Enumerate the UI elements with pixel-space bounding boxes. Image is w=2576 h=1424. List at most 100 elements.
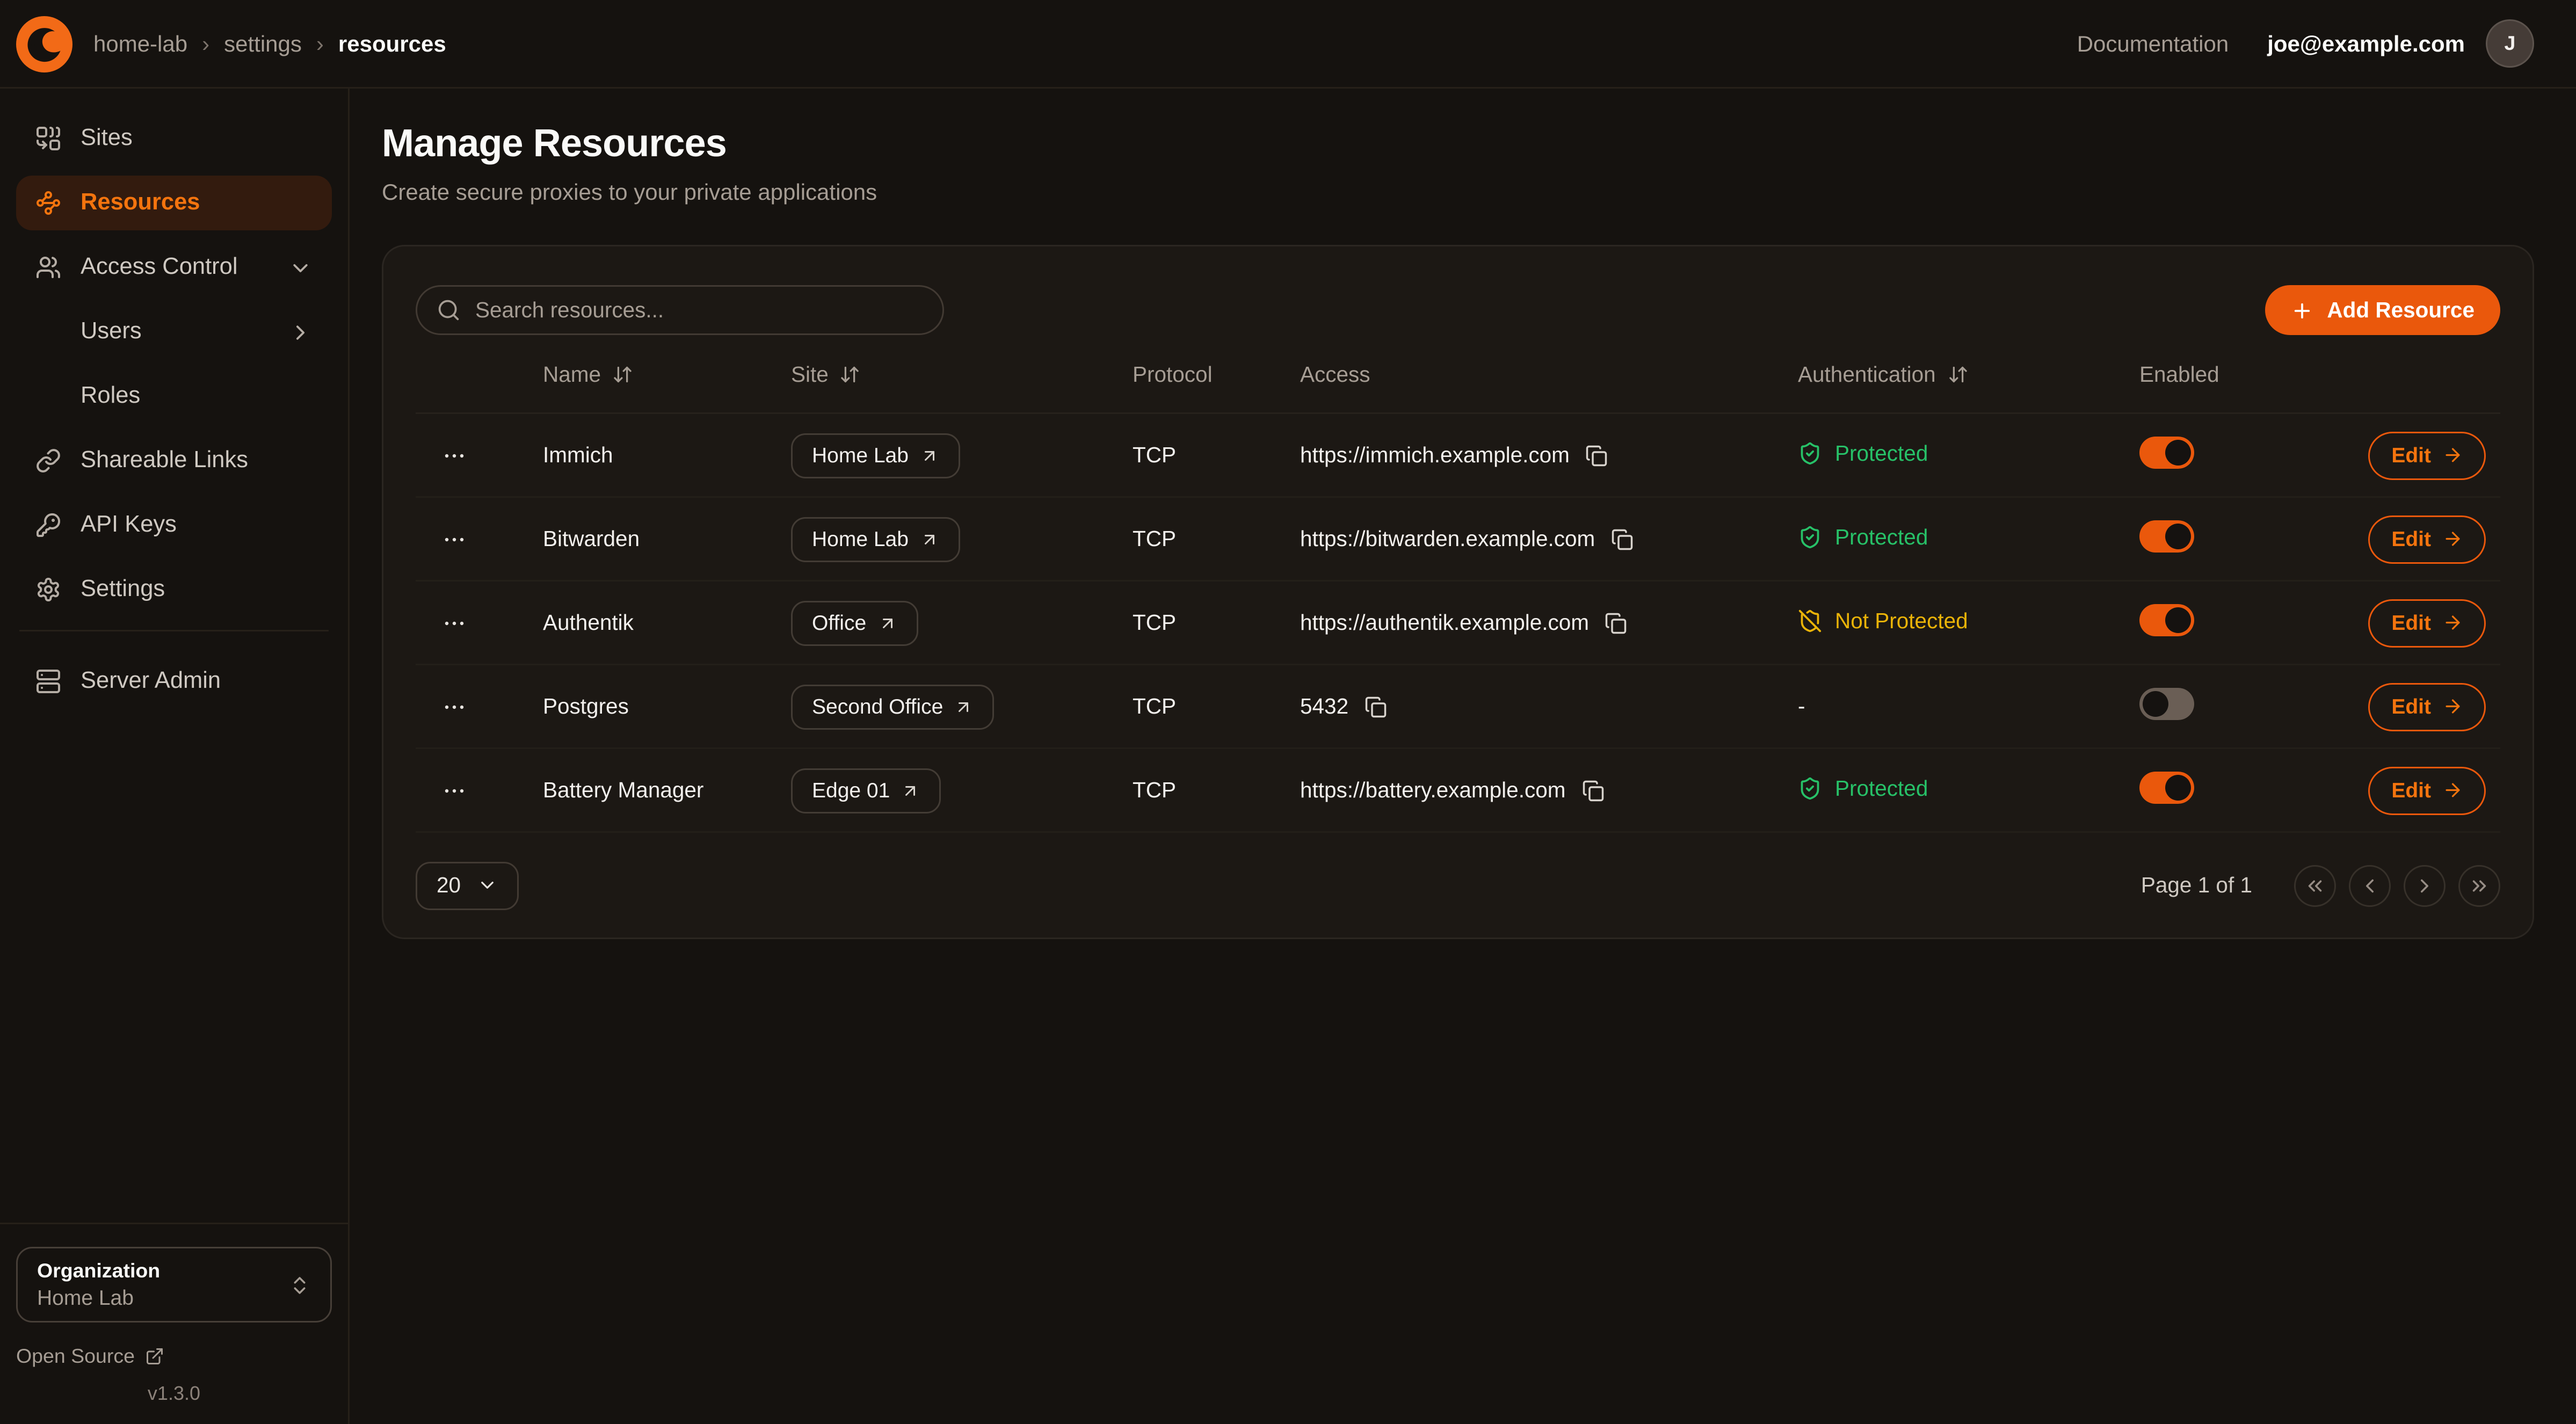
first-page-button[interactable] [2294, 864, 2336, 906]
arrow-up-right-icon [901, 781, 920, 800]
edit-button[interactable]: Edit [2369, 682, 2486, 731]
sidebar-item-resources[interactable]: Resources [16, 176, 332, 230]
shield-check-icon [1798, 441, 1822, 465]
arrow-up-right-icon [920, 529, 939, 549]
enabled-toggle[interactable] [2139, 772, 2194, 804]
shield-off-icon [1798, 608, 1822, 633]
sidebar-item-label: Roles [81, 383, 140, 409]
page-info: Page 1 of 1 [2141, 873, 2252, 897]
enabled-header: Enabled [2128, 362, 2289, 386]
sidebar-item-shareable-links[interactable]: Shareable Links [16, 433, 332, 488]
access-url: https://immich.example.com [1300, 443, 1570, 467]
site-link-button[interactable]: Edge 01 [791, 768, 941, 813]
user-email: joe@example.com [2267, 31, 2465, 56]
enabled-toggle[interactable] [2139, 604, 2194, 636]
copy-icon [1605, 612, 1628, 634]
shield-check-icon [1798, 776, 1822, 800]
sidebar-item-sites[interactable]: Sites [16, 111, 332, 166]
ellipsis-icon [441, 694, 467, 720]
sidebar-item-api-keys[interactable]: API Keys [16, 498, 332, 553]
protocol-value: TCP [1097, 611, 1258, 635]
row-menu-button[interactable] [441, 778, 467, 803]
edit-button[interactable]: Edit [2369, 766, 2486, 815]
sort-name-header[interactable]: Name [493, 362, 791, 386]
resource-name: Bitwarden [493, 527, 791, 551]
arrow-right-icon [2442, 612, 2463, 633]
last-page-button[interactable] [2458, 864, 2500, 906]
breadcrumb-separator-icon: › [316, 31, 324, 56]
row-menu-button[interactable] [441, 442, 467, 468]
sidebar-item-label: Access Control [81, 255, 238, 280]
link-icon [35, 448, 61, 474]
row-menu-button[interactable] [441, 694, 467, 720]
copy-button[interactable] [1365, 695, 1387, 718]
protocol-value: TCP [1097, 443, 1258, 467]
external-link-icon [144, 1347, 164, 1366]
sidebar-item-roles[interactable]: Roles [16, 369, 332, 424]
protocol-value: TCP [1097, 694, 1258, 718]
authentication-badge: Not Protected [1798, 608, 1968, 633]
prev-page-button[interactable] [2349, 864, 2391, 906]
copy-button[interactable] [1586, 444, 1608, 467]
page-title: Manage Resources [382, 122, 2534, 168]
chevron-down-icon [477, 875, 498, 896]
authentication-badge: Protected [1798, 776, 1928, 800]
authentication-badge: Protected [1798, 525, 1928, 549]
chevron-left-icon [2359, 874, 2381, 897]
edit-button[interactable]: Edit [2369, 431, 2486, 479]
row-menu-button[interactable] [441, 610, 467, 636]
search-input[interactable] [475, 298, 923, 322]
sort-authentication-header[interactable]: Authentication [1782, 362, 2128, 386]
next-page-button[interactable] [2404, 864, 2446, 906]
toggle-knob [2165, 440, 2191, 466]
open-source-label: Open Source [16, 1345, 135, 1368]
breadcrumb-org[interactable]: home-lab [93, 31, 187, 56]
site-link-button[interactable]: Office [791, 600, 918, 645]
enabled-toggle[interactable] [2139, 437, 2194, 469]
breadcrumb-settings[interactable]: settings [224, 31, 302, 56]
copy-icon [1365, 695, 1387, 718]
resources-table: Name Site Protocol Access Authentication [416, 335, 2500, 833]
arrow-right-icon [2442, 780, 2463, 801]
sort-site-header[interactable]: Site [791, 362, 1097, 386]
edit-button[interactable]: Edit [2369, 515, 2486, 563]
site-link-button[interactable]: Home Lab [791, 433, 960, 478]
arrow-right-icon [2442, 696, 2463, 717]
access-url: https://bitwarden.example.com [1300, 527, 1595, 551]
page-size-select[interactable]: 20 [416, 861, 519, 910]
sidebar-item-label: Resources [81, 190, 200, 216]
arrow-up-right-icon [920, 446, 939, 465]
sidebar-item-label: Settings [81, 577, 165, 602]
resource-name: Postgres [493, 694, 791, 718]
enabled-toggle[interactable] [2139, 688, 2194, 720]
sidebar-item-access-control[interactable]: Access Control [16, 240, 332, 295]
edit-label: Edit [2391, 611, 2431, 635]
open-source-link[interactable]: Open Source [16, 1345, 332, 1368]
sidebar-item-label: Users [81, 319, 142, 345]
copy-button[interactable] [1611, 528, 1634, 550]
edit-button[interactable]: Edit [2369, 599, 2486, 647]
site-link-button[interactable]: Second Office [791, 684, 995, 729]
sidebar-item-settings[interactable]: Settings [16, 562, 332, 617]
pangolin-logo [14, 14, 74, 74]
documentation-link[interactable]: Documentation [2077, 31, 2229, 56]
site-name: Second Office [812, 694, 943, 718]
copy-button[interactable] [1581, 779, 1604, 802]
toggle-knob [2165, 524, 2191, 549]
authentication-badge: - [1798, 694, 1805, 718]
user-menu-button[interactable]: joe@example.com J [2267, 19, 2534, 68]
sidebar-item-server-admin[interactable]: Server Admin [16, 654, 332, 709]
copy-button[interactable] [1605, 612, 1628, 634]
row-menu-button[interactable] [441, 526, 467, 552]
sidebar-item-label: API Keys [81, 512, 177, 538]
enabled-toggle[interactable] [2139, 520, 2194, 553]
add-resource-button[interactable]: Add Resource [2266, 285, 2500, 335]
sort-icon [1947, 364, 1968, 384]
app-window: home-lab › settings › resources Document… [0, 0, 2576, 1424]
chevrons-up-down-icon [288, 1274, 311, 1296]
edit-label: Edit [2391, 778, 2431, 802]
site-link-button[interactable]: Home Lab [791, 517, 960, 562]
sidebar-item-users[interactable]: Users [16, 304, 332, 359]
copy-icon [1611, 528, 1634, 550]
organization-selector[interactable]: Organization Home Lab [16, 1247, 332, 1323]
